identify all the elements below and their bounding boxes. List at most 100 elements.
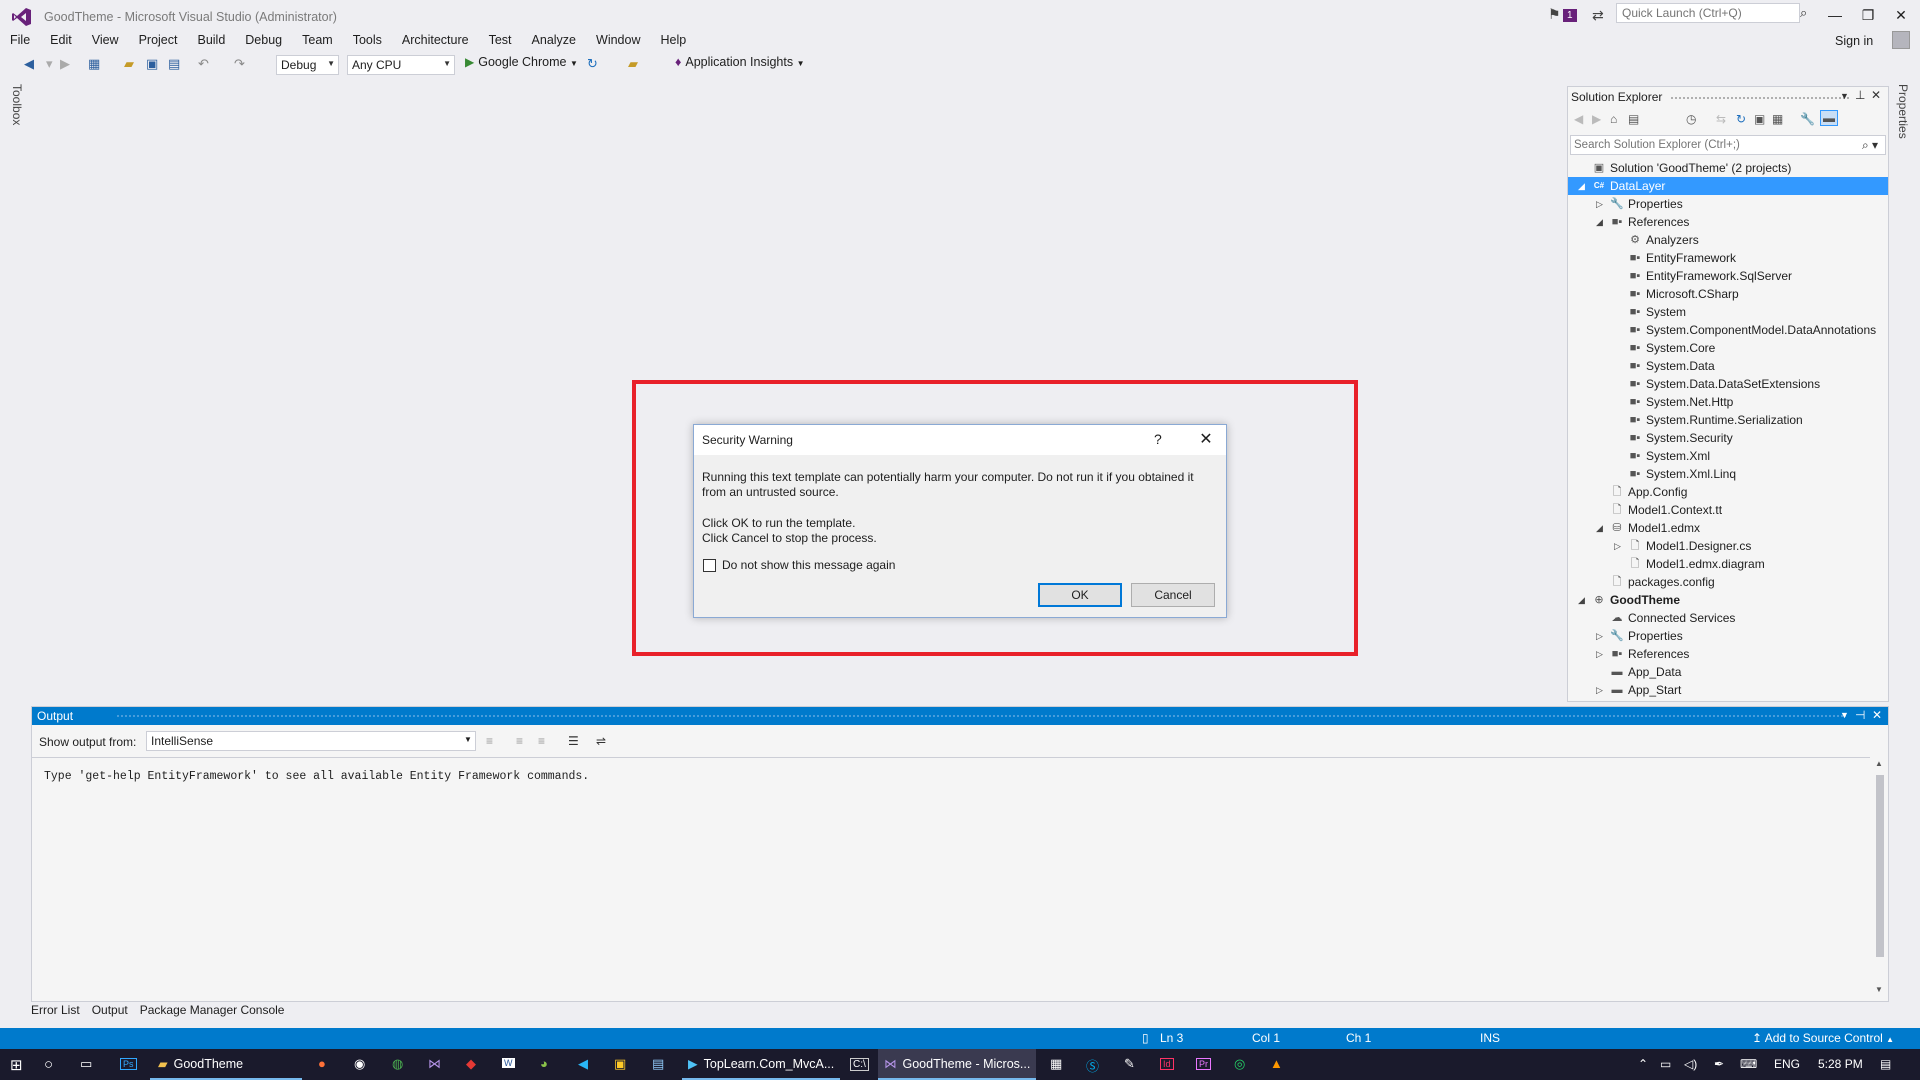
menu-tools[interactable]: Tools [343, 32, 392, 48]
tab-error-list[interactable]: Error List [31, 1002, 86, 1018]
new-project-icon[interactable]: ▦ [88, 56, 100, 72]
app-icon[interactable]: ▣ [614, 1056, 626, 1072]
telegram-icon[interactable]: ◀ [578, 1056, 588, 1072]
properties-tab[interactable]: Properties [1896, 84, 1910, 139]
word-icon[interactable]: W [502, 1058, 515, 1068]
collapsed-arrow-icon[interactable]: ▷ [1596, 195, 1606, 213]
preview-selected-icon[interactable]: ▬ [1820, 110, 1838, 126]
undo-icon[interactable]: ↶ [198, 56, 209, 72]
minimize-button[interactable]: — [1820, 4, 1850, 26]
menu-file[interactable]: File [0, 32, 40, 48]
tree-item[interactable]: ■▪ EntityFramework [1568, 249, 1888, 267]
show-all-files-icon[interactable]: ▦ [1772, 112, 1783, 126]
indesign-icon[interactable]: Id [1160, 1058, 1174, 1070]
app-icon[interactable]: ▲ [1270, 1056, 1283, 1071]
menu-architecture[interactable]: Architecture [392, 32, 479, 48]
toolbox-tab[interactable]: Toolbox [10, 84, 24, 125]
tree-item[interactable]: ■▪ System.Data [1568, 357, 1888, 375]
expanded-arrow-icon[interactable]: ◢ [1578, 591, 1588, 609]
tree-item[interactable]: ▷ 🔧 Properties [1568, 627, 1888, 645]
skype-icon[interactable]: Ⓢ [1086, 1056, 1099, 1075]
menu-project[interactable]: Project [129, 32, 188, 48]
chevron-down-icon[interactable]: ▼ [464, 735, 472, 744]
app-icon[interactable]: ◆ [466, 1056, 476, 1072]
home-icon[interactable]: ⌂ [1610, 112, 1617, 126]
tree-item[interactable]: ◢ C# DataLayer [1568, 177, 1888, 195]
menu-view[interactable]: View [82, 32, 129, 48]
tree-item[interactable]: ■▪ System.Xml.Linq [1568, 465, 1888, 483]
tree-item[interactable]: ⚙ Analyzers [1568, 231, 1888, 249]
command-prompt-icon[interactable]: C:\ [850, 1058, 869, 1071]
clear-all-icon[interactable]: ☰ [568, 734, 579, 748]
menu-build[interactable]: Build [187, 32, 235, 48]
tree-item[interactable]: ▬ App_Data [1568, 663, 1888, 681]
close-panel-icon[interactable]: ✕ [1871, 88, 1881, 102]
navigate-back-icon[interactable]: ◀ [24, 56, 34, 72]
tree-item[interactable]: ▣ Solution 'GoodTheme' (2 projects) [1568, 159, 1888, 177]
volume-icon[interactable]: ◁) [1684, 1057, 1697, 1071]
windows-start-icon[interactable]: ⊞ [10, 1056, 23, 1074]
tree-item[interactable]: 🗋 App.Config [1568, 483, 1888, 501]
expanded-arrow-icon[interactable]: ◢ [1596, 213, 1606, 231]
tree-item[interactable]: ■▪ System.Data.DataSetExtensions [1568, 375, 1888, 393]
tree-item[interactable]: ◢ ■▪ References [1568, 213, 1888, 231]
close-window-button[interactable]: ✕ [1886, 4, 1916, 26]
scroll-up-icon[interactable]: ▲ [1875, 759, 1883, 768]
notification-count-badge[interactable]: 1 [1563, 9, 1577, 22]
start-debugging-button[interactable]: ▶ Google Chrome ▼ [465, 55, 578, 69]
tree-item[interactable]: 🗋 Model1.edmx.diagram [1568, 555, 1888, 573]
sync-icon[interactable]: ⇆ [1716, 112, 1726, 126]
taskbar-app-visual-studio[interactable]: ⋈ GoodTheme - Micros... [878, 1049, 1036, 1080]
tree-item[interactable]: ▷ 🗋 Model1.Designer.cs [1568, 537, 1888, 555]
tab-output[interactable]: Output [92, 1002, 134, 1018]
clock[interactable]: 5:28 PM [1818, 1057, 1863, 1071]
tree-item[interactable]: ▷ ▬ App_Start [1568, 681, 1888, 699]
account-icon[interactable] [1892, 31, 1910, 49]
tree-item[interactable]: ■▪ EntityFramework.SqlServer [1568, 267, 1888, 285]
calculator-icon[interactable]: ▦ [1050, 1056, 1062, 1072]
language-indicator[interactable]: ENG [1774, 1057, 1800, 1071]
cancel-button[interactable]: Cancel [1131, 583, 1215, 607]
sign-in-link[interactable]: Sign in [1835, 34, 1873, 48]
tree-item[interactable]: ■▪ System.Security [1568, 429, 1888, 447]
tree-item[interactable]: ■▪ Microsoft.CSharp [1568, 285, 1888, 303]
feedback-icon[interactable]: ⇄ [1592, 7, 1604, 24]
forward-icon[interactable]: ▶ [1592, 112, 1601, 126]
collapsed-arrow-icon[interactable]: ▷ [1614, 537, 1624, 555]
chrome-icon[interactable]: ◍ [392, 1056, 403, 1072]
tab-package-manager-console[interactable]: Package Manager Console [140, 1002, 291, 1018]
find-message-icon[interactable]: ≡ [486, 734, 493, 748]
save-icon[interactable]: ▣ [146, 56, 158, 72]
toggle-word-wrap-icon[interactable]: ⇌ [596, 734, 606, 748]
tree-item[interactable]: ■▪ System.Core [1568, 339, 1888, 357]
menu-help[interactable]: Help [650, 32, 696, 48]
browser-link-icon[interactable]: ▰ [628, 56, 638, 72]
task-view-icon[interactable]: ▭ [80, 1056, 92, 1072]
search-icon[interactable]: ⌕ [1800, 5, 1807, 21]
next-message-icon[interactable]: ≡ [538, 734, 545, 748]
output-vertical-scrollbar[interactable]: ▲ ▼ [1872, 757, 1888, 1001]
cortana-search-icon[interactable]: ○ [44, 1056, 53, 1073]
solution-platform-select[interactable]: Any CPU ▼ [347, 55, 455, 75]
tree-item[interactable]: ▷ ■▪ References [1568, 645, 1888, 663]
window-position-dropdown-icon[interactable]: ▼ [1840, 710, 1849, 720]
collapse-all-icon[interactable]: ▣ [1754, 112, 1765, 126]
redo-icon[interactable]: ↷ [234, 56, 245, 72]
do-not-show-checkbox[interactable] [703, 559, 716, 572]
whatsapp-icon[interactable]: ◎ [1234, 1056, 1245, 1072]
tree-item[interactable]: 🗋 Model1.Context.tt [1568, 501, 1888, 519]
output-text-area[interactable]: Type 'get-help EntityFramework' to see a… [32, 757, 1870, 1001]
action-center-icon[interactable]: ▤ [1880, 1057, 1891, 1071]
tree-item[interactable]: ◢ ⛁ Model1.edmx [1568, 519, 1888, 537]
refresh-icon[interactable]: ↻ [1736, 112, 1746, 126]
navigate-forward-icon[interactable]: ▶ [60, 56, 70, 72]
menu-test[interactable]: Test [479, 32, 522, 48]
dialog-close-button[interactable]: ✕ [1194, 429, 1218, 449]
refresh-browser-icon[interactable]: ↻ [587, 56, 598, 72]
back-icon[interactable]: ◀ [1574, 112, 1583, 126]
app-icon[interactable]: ◉ [354, 1056, 365, 1072]
tree-item[interactable]: ■▪ System.Net.Http [1568, 393, 1888, 411]
tree-item[interactable]: ◢ ⊕ GoodTheme [1568, 591, 1888, 609]
add-to-source-control-button[interactable]: ↥ Add to Source Control ▲ [1752, 1031, 1894, 1045]
switch-views-icon[interactable]: ▤ [1628, 112, 1639, 126]
